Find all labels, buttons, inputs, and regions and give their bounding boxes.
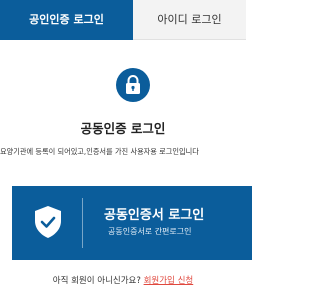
signup-prompt-text: 아직 회원이 아니신가요?: [52, 276, 141, 286]
certificate-login-title: 공동인증서 로그인: [104, 208, 205, 223]
signup-link[interactable]: 회원가입 신청: [144, 276, 194, 286]
page-title: 공동인증 로그인: [80, 121, 166, 136]
certificate-login-button[interactable]: 공동인증서 로그인 공동인증서로 간편로그인: [12, 186, 252, 260]
login-tabs: 공인인증 로그인 아이디 로그인: [0, 0, 246, 40]
certificate-login-subtitle: 공동인증서로 간편로그인: [108, 227, 192, 236]
lock-icon: [116, 68, 150, 102]
tab-certificate-login[interactable]: 공인인증 로그인: [0, 0, 133, 40]
login-description: 요양기관에 등록이 되어있고,인증서를 가진 사용자용 로그인입니다: [0, 147, 199, 156]
button-divider: [82, 198, 83, 248]
signup-prompt: 아직 회원이 아니신가요? 회원가입 신청: [0, 274, 246, 286]
tab-id-login[interactable]: 아이디 로그인: [133, 0, 246, 40]
shield-check-icon: [34, 205, 62, 243]
